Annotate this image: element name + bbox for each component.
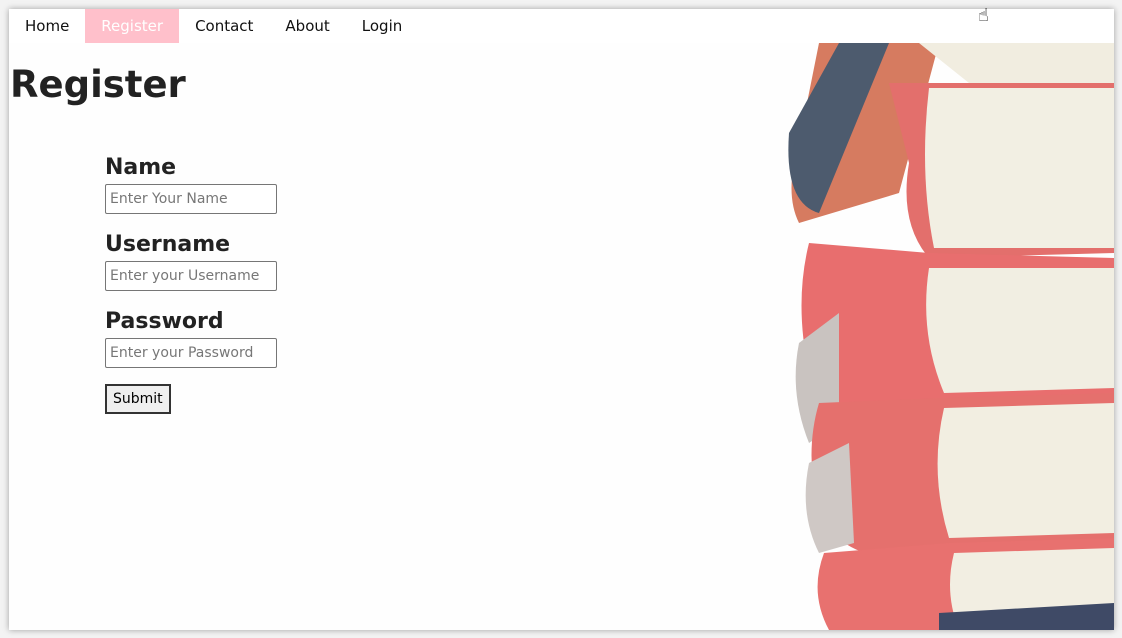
nav-contact[interactable]: Contact	[179, 9, 269, 43]
register-form: Name Username Password Submit	[105, 155, 277, 414]
nav-about[interactable]: About	[269, 9, 345, 43]
username-label: Username	[105, 232, 231, 257]
nav-register[interactable]: Register	[85, 9, 180, 43]
hand-pointer-icon: ☝	[978, 5, 989, 26]
browser-window: Home Register Contact About Login Regist…	[9, 9, 1114, 630]
book-stack	[788, 43, 1114, 630]
password-input[interactable]	[105, 338, 277, 368]
top-nav: Home Register Contact About Login	[9, 9, 1114, 43]
nav-home[interactable]: Home	[9, 9, 85, 43]
name-input[interactable]	[105, 184, 277, 214]
username-input[interactable]	[105, 261, 277, 291]
nav-login[interactable]: Login	[346, 9, 418, 43]
submit-button[interactable]: Submit	[105, 384, 171, 414]
password-label: Password	[105, 309, 224, 334]
name-label: Name	[105, 155, 177, 180]
page-title: Register	[10, 63, 186, 106]
books-image	[788, 43, 1114, 630]
